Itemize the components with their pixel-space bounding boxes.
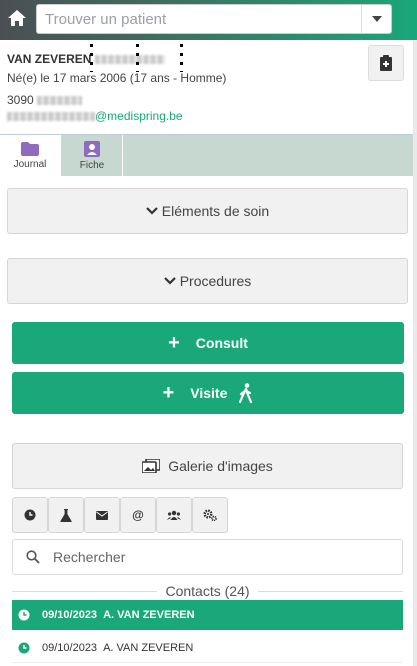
filter-flask[interactable] [48, 497, 84, 533]
chevron-down-icon[interactable] [361, 5, 391, 33]
patient-birth: Né(e) le 17 mars 2006 (17 ans - Homme) [7, 71, 227, 85]
at-icon: @ [132, 508, 144, 522]
users-icon [167, 510, 181, 520]
clock-icon [18, 609, 34, 621]
patient-search-input[interactable] [37, 5, 357, 33]
patient-email[interactable]: @medispring.be [7, 109, 183, 123]
clock-icon [24, 509, 36, 521]
plus-icon: + [168, 331, 180, 354]
selection-marker [180, 44, 183, 72]
chevron-down-icon [146, 207, 158, 215]
tab-bar: Journal Fiche [0, 134, 417, 177]
clipboard-button[interactable] [368, 45, 404, 81]
clipboard-icon [380, 55, 392, 71]
galerie-images-button[interactable]: Galerie d'images [12, 443, 403, 489]
contact-row[interactable]: 09/10/2023 A. VAN ZEVEREN [12, 633, 403, 663]
filter-bar: @ [12, 497, 228, 533]
filter-users[interactable] [156, 497, 192, 533]
filter-cogs[interactable] [192, 497, 228, 533]
images-icon [142, 459, 161, 473]
selection-marker [136, 44, 139, 72]
plus-icon: + [162, 381, 175, 404]
folder-icon [21, 142, 39, 156]
contact-row[interactable]: 09/10/2023 A. VAN ZEVEREN [12, 600, 403, 630]
consult-button[interactable]: + Consult [12, 322, 404, 364]
contacts-header: Contacts (24) [12, 582, 404, 600]
top-bar [0, 0, 417, 40]
journal-search [12, 539, 403, 575]
visite-button[interactable]: + Visite [12, 372, 404, 414]
procedures-toggle[interactable]: Procedures [7, 258, 408, 304]
envelope-icon [96, 510, 108, 520]
search-icon [13, 550, 53, 564]
filter-envelope[interactable] [84, 497, 120, 533]
flask-icon [60, 508, 72, 522]
patient-search [36, 4, 392, 34]
user-card-icon [84, 141, 100, 157]
filter-at[interactable]: @ [120, 497, 156, 533]
journal-search-input[interactable] [53, 542, 383, 572]
patient-name: VAN ZEVEREN [7, 52, 165, 66]
clock-icon [18, 642, 34, 654]
scrollbar[interactable] [413, 40, 417, 666]
cogs-icon [203, 509, 217, 521]
patient-header: VAN ZEVEREN Né(e) le 17 mars 2006 (17 an… [0, 40, 417, 134]
home-icon[interactable] [6, 7, 28, 29]
filter-clock[interactable] [12, 497, 48, 533]
walking-icon [239, 383, 253, 403]
chevron-down-icon [163, 277, 176, 285]
elements-de-soin-toggle[interactable]: Eléments de soin [7, 188, 408, 234]
selection-marker [90, 44, 93, 72]
tab-fiche[interactable]: Fiche [62, 135, 123, 177]
tab-journal[interactable]: Journal [0, 135, 61, 177]
patient-address: 3090 [7, 93, 83, 107]
